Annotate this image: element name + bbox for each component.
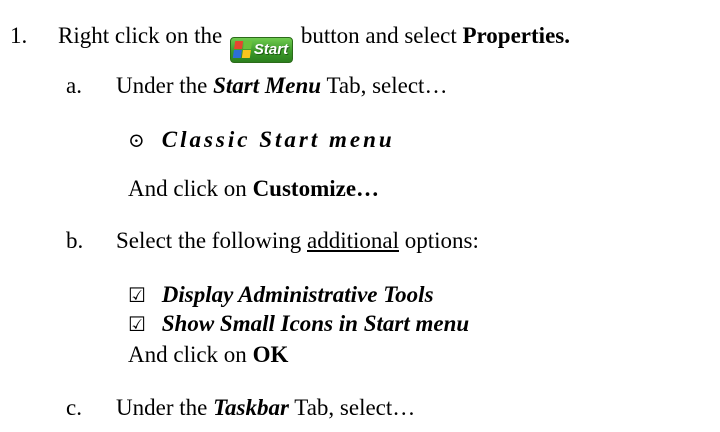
step-1-lead-text: Right click on the xyxy=(58,23,223,48)
step-a-trail-text: Tab, select… xyxy=(326,73,448,98)
ok-instruction: And click on OK xyxy=(128,341,288,369)
checkbox-checked-icon: ☑ xyxy=(128,314,146,336)
step-number: 1. xyxy=(10,23,28,48)
show-small-icons-option: ☑ Show Small Icons in Start menu xyxy=(128,310,469,339)
option-label: Display Administrative Tools xyxy=(161,282,434,307)
classic-start-menu-label: Classic Start menu xyxy=(161,127,395,152)
step-1-text: Right click on the Start button and sele… xyxy=(58,22,570,63)
click-on-text: And click on xyxy=(128,176,247,201)
customize-label: Customize… xyxy=(252,176,380,201)
step-1: 1. xyxy=(10,22,27,50)
additional-label: additional xyxy=(307,228,399,253)
start-menu-tab-name: Start Menu xyxy=(213,73,322,98)
step-letter: a. xyxy=(66,73,82,98)
step-letter: c. xyxy=(66,395,82,420)
ok-label: OK xyxy=(252,342,289,367)
step-b-text: Select the following additional options: xyxy=(116,227,479,255)
customize-instruction: And click on Customize… xyxy=(128,175,379,203)
step-a-text: Under the Start Menu Tab, select… xyxy=(116,72,447,100)
taskbar-tab-name: Taskbar xyxy=(213,395,289,420)
start-button-image: Start xyxy=(229,36,294,63)
click-on-text: And click on xyxy=(128,342,247,367)
windows-flag-icon xyxy=(232,41,253,58)
step-1-trail-text: button and select xyxy=(300,23,457,48)
step-b-lead-text: Select the following xyxy=(116,228,302,253)
display-admin-tools-option: ☑ Display Administrative Tools xyxy=(128,281,434,310)
properties-label: Properties. xyxy=(462,23,570,48)
start-button-label: Start xyxy=(253,40,289,58)
step-c-lead-text: Under the xyxy=(116,395,208,420)
option-label: Show Small Icons in Start menu xyxy=(161,311,470,336)
step-c-text: Under the Taskbar Tab, select… xyxy=(116,394,415,422)
step-c-trail-text: Tab, select… xyxy=(294,395,416,420)
step-letter: b. xyxy=(66,228,84,253)
step-b: b. xyxy=(66,227,83,255)
step-b-trail-text: options: xyxy=(404,228,479,253)
checkbox-checked-icon: ☑ xyxy=(128,285,146,307)
step-a-lead-text: Under the xyxy=(116,73,208,98)
step-a: a. xyxy=(66,72,82,100)
radio-selected-icon: ⊙ xyxy=(128,130,145,152)
step-c: c. xyxy=(66,394,82,422)
classic-start-menu-option: ⊙ Classic Start menu xyxy=(128,126,395,155)
